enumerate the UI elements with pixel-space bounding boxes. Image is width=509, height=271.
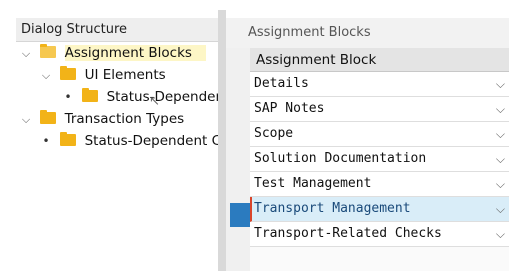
dropdown-chevron-icon[interactable]: ⌵: [496, 97, 505, 121]
tree-node-label[interactable]: Status-Dependent: [107, 89, 218, 105]
tree-node-label[interactable]: Assignment Blocks: [64, 45, 206, 61]
sap-customizing-view: Dialog Structure ⌵ Assignment Blocks ⌵ U…: [0, 0, 509, 271]
tree-node-ui-elements[interactable]: ⌵ UI Elements: [40, 64, 166, 86]
expand-chevron-icon[interactable]: ⌵: [20, 109, 32, 131]
table-row[interactable]: Scope ⌵: [250, 122, 509, 147]
tree-node-label[interactable]: UI Elements: [85, 67, 166, 83]
column-header-assignment-block[interactable]: Assignment Block: [250, 48, 509, 72]
bullet-icon: •: [64, 90, 72, 104]
dropdown-chevron-icon[interactable]: ⌵: [496, 147, 505, 171]
bullet-icon: •: [42, 134, 50, 148]
row-selector-gutter[interactable]: [226, 48, 250, 271]
cell-value[interactable]: Transport-Related Checks: [254, 222, 442, 246]
tree-node-label[interactable]: Status-Dependent Co: [85, 133, 218, 149]
tree-node-transaction-types[interactable]: ⌵ Transaction Types: [20, 108, 184, 130]
table-row[interactable]: Details ⌵: [250, 72, 509, 97]
cell-value[interactable]: SAP Notes: [254, 97, 324, 121]
dropdown-chevron-icon[interactable]: ⌵: [496, 172, 505, 196]
dialog-structure-header: Dialog Structure: [16, 18, 218, 42]
pane-splitter[interactable]: [218, 10, 226, 271]
cell-value[interactable]: Test Management: [254, 172, 371, 196]
table-row[interactable]: Transport-Related Checks ⌵: [250, 222, 509, 247]
folder-icon: [60, 132, 77, 146]
expand-chevron-icon[interactable]: ⌵: [40, 65, 52, 87]
dropdown-chevron-icon[interactable]: ⌵: [496, 197, 505, 221]
table-title: Assignment Blocks: [226, 18, 509, 48]
toolbar-strip: [0, 0, 509, 18]
table-row[interactable]: Solution Documentation ⌵: [250, 147, 509, 172]
tree-node-status-dependent-co[interactable]: • Status-Dependent Co: [40, 130, 218, 152]
mouse-cursor-icon: ↖: [149, 94, 160, 109]
table-row[interactable]: Test Management ⌵: [250, 172, 509, 197]
folder-icon: [40, 110, 57, 124]
cell-value[interactable]: Transport Management: [254, 197, 411, 221]
tree-node-assignment-blocks[interactable]: ⌵ Assignment Blocks: [20, 42, 206, 64]
folder-icon: [60, 66, 77, 80]
cell-value[interactable]: Scope: [254, 122, 293, 146]
expand-chevron-icon[interactable]: ⌵: [20, 43, 32, 65]
dropdown-chevron-icon[interactable]: ⌵: [496, 222, 505, 246]
dropdown-chevron-icon[interactable]: ⌵: [496, 122, 505, 146]
folder-icon: [40, 44, 57, 58]
table-row-active[interactable]: Transport Management ⌵: [250, 197, 509, 222]
cell-value[interactable]: Solution Documentation: [254, 147, 426, 171]
table-row[interactable]: SAP Notes ⌵: [250, 97, 509, 122]
dialog-structure-pane: Dialog Structure ⌵ Assignment Blocks ⌵ U…: [16, 18, 218, 271]
dropdown-chevron-icon[interactable]: ⌵: [496, 72, 505, 96]
folder-icon: [82, 88, 99, 102]
tree-node-label[interactable]: Transaction Types: [65, 111, 185, 127]
cell-value[interactable]: Details: [254, 72, 309, 96]
tree-node-status-dependent[interactable]: • Status-Dependent: [62, 86, 218, 108]
assignment-blocks-pane: Assignment Blocks Assignment Block Detai…: [226, 18, 509, 271]
row-selector-marker[interactable]: [230, 203, 250, 227]
assignment-block-table: Assignment Block Details ⌵ SAP Notes ⌵ S…: [250, 48, 509, 271]
